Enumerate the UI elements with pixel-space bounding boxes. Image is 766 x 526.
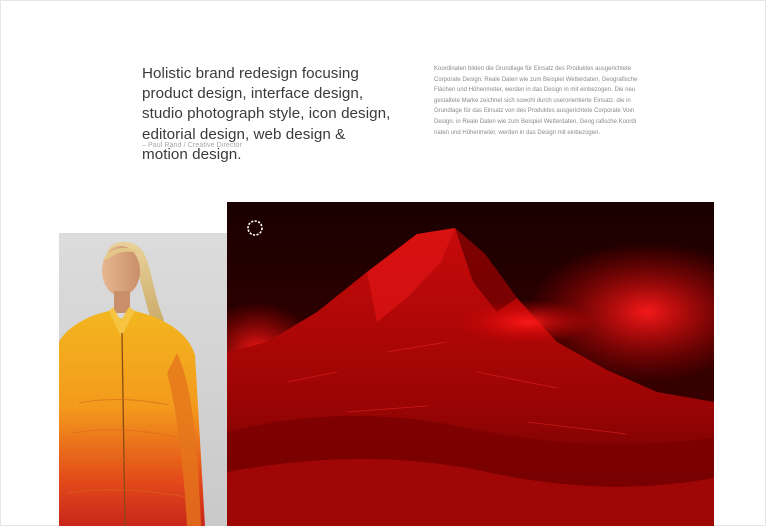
mountain-photo bbox=[227, 202, 714, 526]
loading-ring-icon bbox=[247, 220, 263, 236]
woman-orange-jacket-photo bbox=[59, 241, 205, 526]
intro-body-copy: Koordinaten bilden die Grundlage für Ein… bbox=[434, 66, 638, 136]
intro-headline: Holistic brand redesign focusing product… bbox=[142, 65, 391, 163]
red-mountain-photo bbox=[227, 202, 714, 526]
portrait-photo bbox=[59, 233, 227, 526]
quote-attribution: – Paul Rand / Creative Director bbox=[142, 142, 242, 149]
